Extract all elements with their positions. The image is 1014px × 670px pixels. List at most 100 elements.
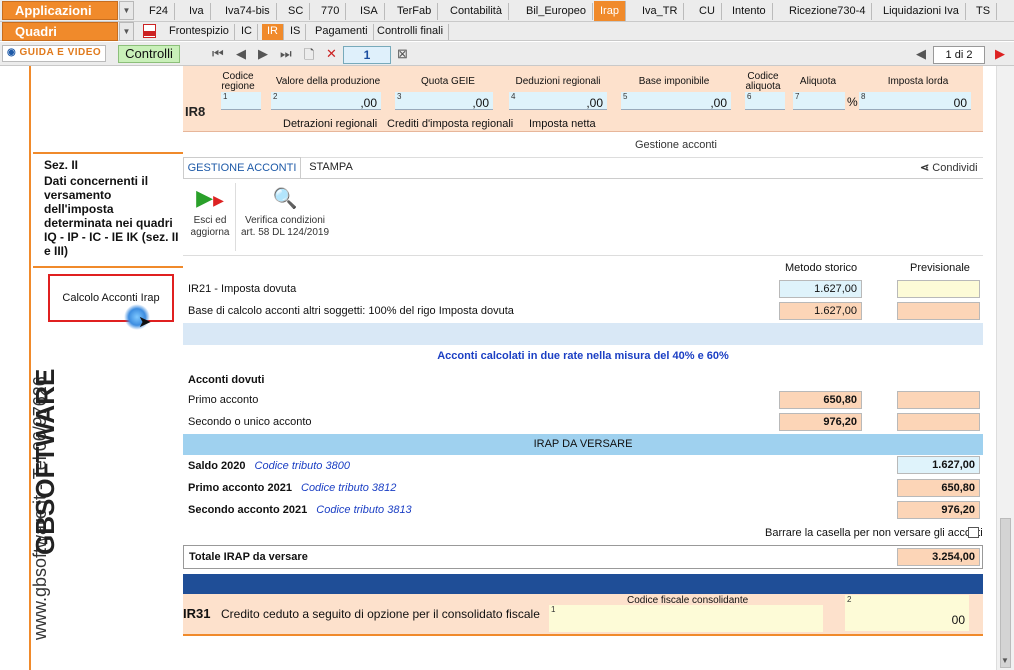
subtab-pagamenti[interactable]: Pagamenti bbox=[310, 24, 374, 40]
esci-aggiorna-button[interactable]: ▶▶ Esci ed aggiorna bbox=[187, 187, 233, 239]
quadri-dropdown[interactable]: Quadri bbox=[2, 22, 118, 41]
valore-produzione-field[interactable]: 2 ,00 bbox=[271, 92, 381, 110]
subtab-frontespizio[interactable]: Frontespizio bbox=[164, 24, 235, 40]
brand-logo: GBSOFTWARE bbox=[30, 368, 60, 555]
tab-iva74-bis[interactable]: Iva74-bis bbox=[219, 3, 277, 20]
tab-iva-tr[interactable]: Iva_TR bbox=[636, 3, 685, 20]
subtab-is[interactable]: IS bbox=[285, 24, 307, 40]
ir8-code: IR8 bbox=[185, 104, 206, 119]
base-calcolo-label: Base di calcolo acconti altri soggetti: … bbox=[188, 305, 514, 317]
tab-crediti-imposta[interactable]: Crediti d'imposta regionali bbox=[387, 118, 513, 130]
ir21-label: IR21 - Imposta dovuta bbox=[188, 283, 297, 295]
tab-ricezione730-4[interactable]: Ricezione730-4 bbox=[783, 3, 873, 20]
subtab-ir[interactable]: IR bbox=[262, 24, 284, 40]
codice-aliquota-field[interactable]: 6 bbox=[745, 92, 785, 110]
header-aliquota: Aliquota bbox=[799, 76, 837, 87]
acconti-dovuti-label: Acconti dovuti bbox=[188, 374, 265, 386]
goto-icon[interactable]: ⊠ bbox=[397, 46, 408, 62]
imposta-lorda-field[interactable]: 8 00 bbox=[859, 92, 971, 110]
verifica-condizioni-button[interactable]: 🔍 Verifica condizioni art. 58 DL 124/201… bbox=[239, 187, 331, 239]
calcolo-acconti-button[interactable]: Calcolo Acconti Irap bbox=[48, 274, 174, 322]
tab-gestione-acconti[interactable]: GESTIONE ACCONTI bbox=[183, 157, 301, 178]
quota-geie-field[interactable]: 3 ,00 bbox=[395, 92, 493, 110]
header-valore-produzione: Valore della produzione bbox=[275, 76, 381, 87]
gestione-title: Gestione acconti bbox=[635, 139, 717, 151]
chevron-down-icon[interactable]: ▼ bbox=[119, 1, 134, 20]
delete-page-icon[interactable]: ✕ bbox=[326, 46, 337, 62]
tab-isa[interactable]: ISA bbox=[354, 3, 385, 20]
document-search-icon: 🔍 bbox=[272, 188, 298, 210]
sez-title: Sez. II bbox=[44, 158, 79, 172]
last-page-icon[interactable]: ⏭ bbox=[280, 46, 292, 62]
navigation-toolbar: ◉ GUIDA E VIDEO Controlli ⏮ ◀ ▶ ⏭ 🗋 ✕ 1 … bbox=[0, 42, 1014, 66]
secondo-2021-field: 976,20 bbox=[897, 501, 980, 519]
field-number: 3 bbox=[397, 92, 402, 101]
next-page-icon[interactable]: ▶ bbox=[258, 46, 268, 62]
saldo-field[interactable]: 1.627,00 bbox=[897, 456, 980, 474]
tab-f24[interactable]: F24 bbox=[143, 3, 175, 20]
secondo-acconto-storico: 976,20 bbox=[779, 413, 862, 431]
subtab-ic[interactable]: IC bbox=[236, 24, 258, 40]
prev-arrow-icon[interactable]: ◀ bbox=[916, 46, 926, 62]
scroll-down-icon[interactable]: ▼ bbox=[1001, 656, 1009, 665]
field-number: 1 bbox=[551, 605, 556, 614]
primo-acconto-prev bbox=[897, 391, 980, 409]
tab-irap[interactable]: Irap bbox=[594, 1, 626, 21]
ir8-section: IR8 Codice regione Valore della produzio… bbox=[183, 66, 983, 132]
field-number: 2 bbox=[273, 92, 278, 101]
vertical-scrollbar[interactable]: ▼ bbox=[996, 66, 1014, 670]
pdf-icon[interactable] bbox=[143, 24, 156, 38]
header-base-imponibile: Base imponibile bbox=[638, 76, 710, 87]
sez-desc: Dati concernenti il versamento dell'impo… bbox=[44, 174, 179, 258]
tab-liquidazioni-iva[interactable]: Liquidazioni Iva bbox=[877, 3, 966, 20]
tab-imposta-netta[interactable]: Imposta netta bbox=[529, 118, 596, 130]
cf-consolidante-field[interactable]: 1 bbox=[549, 605, 823, 632]
deduzioni-field[interactable]: 4 ,00 bbox=[509, 92, 607, 110]
scroll-thumb[interactable] bbox=[1000, 518, 1011, 668]
ir21-storico-field[interactable]: 1.627,00 bbox=[779, 280, 862, 298]
header-imposta-lorda: Imposta lorda bbox=[887, 76, 949, 87]
applicazioni-dropdown[interactable]: Applicazioni bbox=[2, 1, 118, 20]
tab-bil-europeo[interactable]: Bil_Europeo bbox=[520, 3, 593, 20]
next-arrow-icon[interactable]: ▶ bbox=[995, 46, 1005, 62]
codice-regione-field[interactable]: 1 bbox=[221, 92, 261, 110]
field-number: 5 bbox=[623, 92, 628, 101]
header-quota-geie: Quota GEIE bbox=[421, 76, 475, 87]
primo-2021-code: Codice tributo 3812 bbox=[301, 482, 397, 494]
tab-contabilit-[interactable]: Contabilità bbox=[444, 3, 509, 20]
tab-770[interactable]: 770 bbox=[315, 3, 347, 20]
tab-intento[interactable]: Intento bbox=[726, 3, 773, 20]
chevron-down-icon[interactable]: ▼ bbox=[119, 22, 134, 41]
condividi-button[interactable]: ⋖ Condividi bbox=[920, 161, 978, 174]
ir31-amount-field[interactable]: 2 00 bbox=[845, 595, 969, 631]
top-menu-bar: Applicazioni ▼ F24 Iva Iva74-bis SC 770 ISA Te… bbox=[0, 0, 1014, 22]
irap-versare-header: IRAP DA VERSARE bbox=[183, 434, 983, 455]
saldo-label: Saldo 2020 bbox=[188, 460, 246, 472]
field-value: 00 bbox=[951, 613, 965, 627]
tab-sc[interactable]: SC bbox=[282, 3, 311, 20]
subtab-controlli-finali[interactable]: Controlli finali bbox=[372, 24, 450, 40]
section-separator bbox=[183, 574, 983, 594]
tab-cu[interactable]: CU bbox=[693, 3, 722, 20]
field-number: 7 bbox=[795, 92, 800, 101]
primo-2021-label: Primo acconto 2021 bbox=[188, 482, 292, 494]
controlli-button[interactable]: Controlli bbox=[118, 45, 180, 63]
aliquota-field[interactable]: 7 bbox=[793, 92, 845, 110]
acconti-calc-title: Acconti calcolati in due rate nella misu… bbox=[437, 350, 729, 362]
tab-terfab[interactable]: TerFab bbox=[391, 3, 439, 20]
tab-stampa[interactable]: STAMPA bbox=[301, 157, 361, 178]
verifica-label: Verifica condizioni art. 58 DL 124/2019 bbox=[240, 215, 330, 238]
prev-page-icon[interactable]: ◀ bbox=[236, 46, 246, 62]
esci-label: Esci ed aggiorna bbox=[190, 215, 230, 238]
tab-iva[interactable]: Iva bbox=[183, 3, 211, 20]
tab-ts[interactable]: TS bbox=[970, 3, 998, 20]
quadri-bar: Quadri ▼ Frontespizio IC IR IS Pagamenti Cont… bbox=[0, 22, 1014, 41]
non-versare-checkbox[interactable] bbox=[968, 527, 979, 538]
ir21-previsionale-field[interactable] bbox=[897, 280, 980, 298]
base-imponibile-field[interactable]: 5 ,00 bbox=[621, 92, 731, 110]
guida-video-button[interactable]: ◉ GUIDA E VIDEO bbox=[2, 45, 107, 62]
page-number-input[interactable]: 1 bbox=[343, 46, 391, 64]
new-page-icon[interactable]: 🗋 bbox=[304, 46, 314, 68]
first-page-icon[interactable]: ⏮ bbox=[212, 46, 224, 62]
tab-detrazioni-regionali[interactable]: Detrazioni regionali bbox=[283, 118, 377, 130]
